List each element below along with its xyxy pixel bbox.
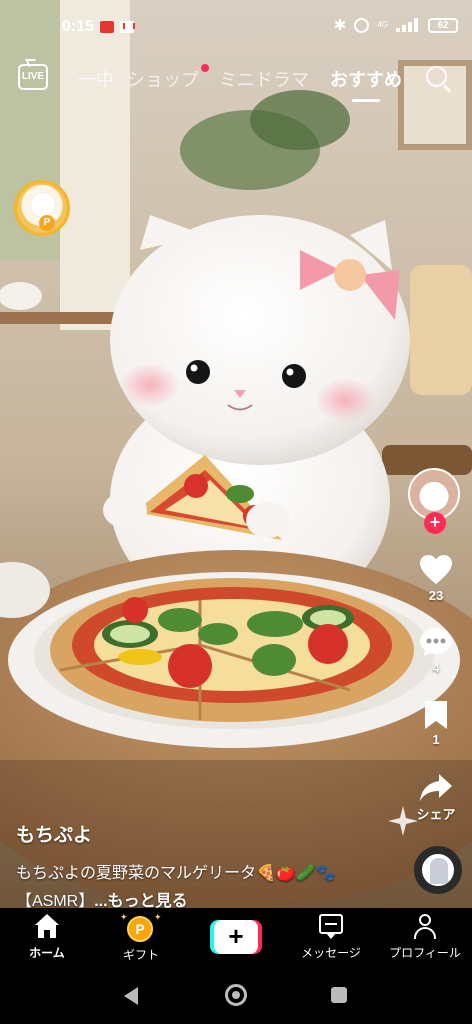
top-nav: LIVE 一中 ショップ ミニドラマ おすすめ [0, 58, 472, 102]
home-icon [33, 914, 61, 940]
status-bar: 0:15 ✱ 4G 62 [0, 0, 472, 56]
music-disc[interactable] [414, 846, 462, 894]
bookmark-icon [423, 700, 449, 730]
network-type: 4G [377, 20, 388, 29]
person-icon [411, 914, 439, 940]
tab-mini-drama[interactable]: ミニドラマ [219, 66, 309, 92]
home-circle-icon[interactable] [225, 984, 247, 1006]
coin-reward-avatar[interactable]: P [14, 180, 70, 236]
video-description[interactable]: もちぷよの夏野菜のマルゲリータ🍕🍅🥒🐾 [16, 859, 416, 883]
like-count: 23 [428, 588, 444, 603]
follow-button[interactable]: + [424, 512, 446, 534]
comment-button[interactable]: 4 [400, 626, 472, 675]
tab-messages[interactable]: メッセージ [284, 914, 378, 961]
plus-icon: + [214, 920, 258, 954]
tab-home-label: ホーム [29, 946, 65, 960]
signal-icon [396, 18, 420, 32]
notification-app-icon [100, 21, 114, 33]
sound-artwork [430, 858, 448, 884]
tab-gift[interactable]: ✦ P ✦ ギフト [94, 912, 188, 963]
video-caption: もちぷよ もちぷよの夏野菜のマルゲリータ🍕🍅🥒🐾 【ASMR】...もっと見る [16, 820, 416, 911]
battery-indicator: 62 [428, 17, 458, 33]
sparkle-icon [388, 806, 418, 836]
bluetooth-icon: ✱ [333, 17, 347, 34]
shop-new-dot [201, 64, 209, 72]
gmail-notification-icon [120, 21, 135, 33]
like-button[interactable]: 23 [400, 554, 472, 603]
lucky-cat-icon [31, 193, 55, 217]
tab-shop[interactable]: ショップ [127, 66, 199, 92]
bottom-tab-bar: ホーム ✦ P ✦ ギフト + メッセージ プロフィール [0, 908, 472, 970]
search-icon[interactable] [426, 66, 452, 93]
tab-messages-label: メッセージ [301, 946, 361, 960]
back-icon[interactable] [124, 987, 138, 1005]
creator-name[interactable]: もちぷよ [16, 820, 416, 847]
status-time: 0:15 [62, 18, 95, 35]
comment-count: 4 [432, 660, 440, 675]
alarm-icon [354, 17, 370, 33]
coin-p-icon: P [39, 215, 55, 231]
create-button[interactable]: + [210, 920, 262, 954]
system-nav-bar [0, 970, 472, 1024]
recent-apps-icon[interactable] [331, 987, 347, 1003]
heart-icon [419, 554, 453, 586]
comment-icon [418, 626, 454, 658]
tab-gift-label: ギフト [122, 948, 159, 962]
live-tv-icon[interactable]: LIVE [18, 64, 48, 90]
coin-icon: ✦ P ✦ [120, 912, 162, 942]
active-tab-indicator [352, 99, 380, 102]
tab-0[interactable]: 一中 [78, 66, 114, 92]
share-arrow-icon [419, 772, 453, 802]
tab-home[interactable]: ホーム [0, 914, 94, 961]
save-count: 1 [432, 732, 440, 747]
tab-recommended[interactable]: おすすめ [330, 66, 402, 92]
tab-profile[interactable]: プロフィール [378, 914, 472, 961]
message-icon [317, 914, 345, 940]
save-button[interactable]: 1 [400, 700, 472, 747]
tab-profile-label: プロフィール [389, 946, 461, 960]
